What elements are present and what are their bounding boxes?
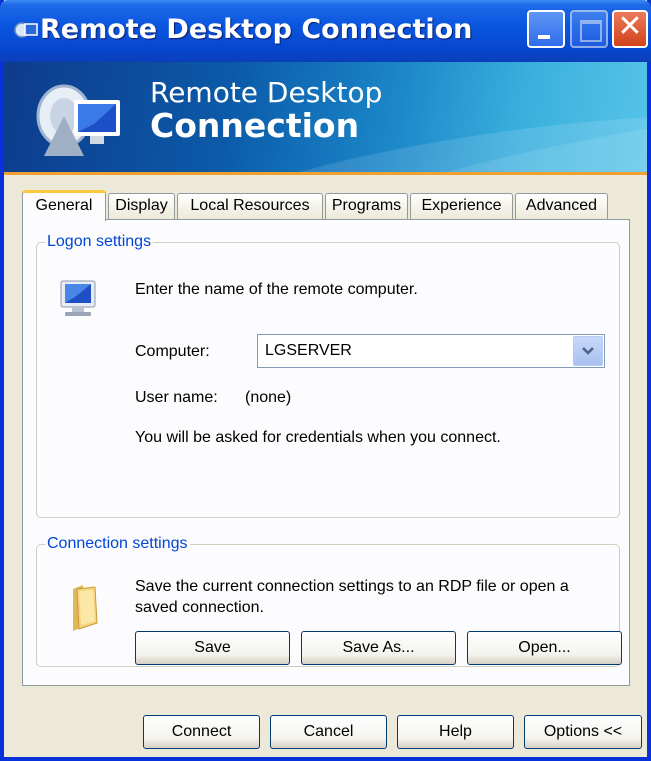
close-icon: ✕ bbox=[617, 9, 643, 44]
tab-advanced[interactable]: Advanced bbox=[515, 193, 608, 219]
options-button[interactable]: Options << bbox=[524, 715, 642, 749]
banner: Remote Desktop Connection bbox=[4, 62, 647, 174]
minimize-button[interactable] bbox=[527, 10, 565, 48]
save-as-button[interactable]: Save As... bbox=[301, 631, 456, 665]
tab-general[interactable]: General bbox=[22, 190, 106, 221]
title-bar[interactable]: Remote Desktop Connection ✕ bbox=[0, 0, 651, 62]
banner-title-line1: Remote Desktop bbox=[150, 76, 383, 109]
tab-local-resources[interactable]: Local Resources bbox=[177, 193, 323, 219]
logon-settings-group: Logon settings Enter the name of the rem… bbox=[36, 233, 620, 518]
banner-title-line2: Connection bbox=[150, 106, 360, 145]
connection-description-line2: saved connection. bbox=[135, 599, 264, 616]
minimize-icon bbox=[538, 35, 550, 39]
general-tab-panel: Logon settings Enter the name of the rem… bbox=[22, 219, 630, 686]
cancel-button[interactable]: Cancel bbox=[270, 715, 387, 749]
chevron-down-icon bbox=[582, 347, 594, 355]
connection-description-line1: Save the current connection settings to … bbox=[135, 578, 569, 595]
computer-label: Computer: bbox=[135, 343, 210, 360]
tab-display[interactable]: Display bbox=[108, 193, 175, 219]
username-value: (none) bbox=[245, 389, 292, 406]
close-button[interactable]: ✕ bbox=[612, 9, 648, 48]
logon-prompt-text: Enter the name of the remote computer. bbox=[135, 281, 418, 298]
credentials-note: You will be asked for credentials when y… bbox=[135, 429, 501, 446]
window-title: Remote Desktop Connection bbox=[40, 14, 473, 45]
connection-settings-group: Connection settings Save the current con… bbox=[36, 535, 622, 667]
remote-desktop-window: Remote Desktop Connection ✕ Remote Deskt… bbox=[0, 0, 651, 761]
computer-combobox-value: LGSERVER bbox=[265, 342, 352, 359]
open-button[interactable]: Open... bbox=[467, 631, 622, 665]
logon-settings-legend: Logon settings bbox=[47, 233, 152, 250]
computer-icon bbox=[60, 280, 96, 316]
tab-experience[interactable]: Experience bbox=[410, 193, 513, 219]
folder-icon bbox=[73, 585, 98, 631]
help-button[interactable]: Help bbox=[397, 715, 514, 749]
remote-desktop-logo-icon bbox=[36, 84, 120, 156]
computer-combobox[interactable]: LGSERVER bbox=[257, 334, 605, 368]
username-label: User name: bbox=[135, 389, 218, 406]
banner-divider bbox=[4, 172, 647, 175]
connection-settings-legend: Connection settings bbox=[47, 535, 188, 552]
save-button[interactable]: Save bbox=[135, 631, 290, 665]
remote-desktop-icon bbox=[14, 22, 38, 38]
connect-button[interactable]: Connect bbox=[143, 715, 260, 749]
maximize-button bbox=[570, 10, 608, 48]
tab-programs[interactable]: Programs bbox=[325, 193, 408, 219]
maximize-icon bbox=[580, 20, 602, 42]
combobox-dropdown-button[interactable] bbox=[573, 336, 603, 366]
